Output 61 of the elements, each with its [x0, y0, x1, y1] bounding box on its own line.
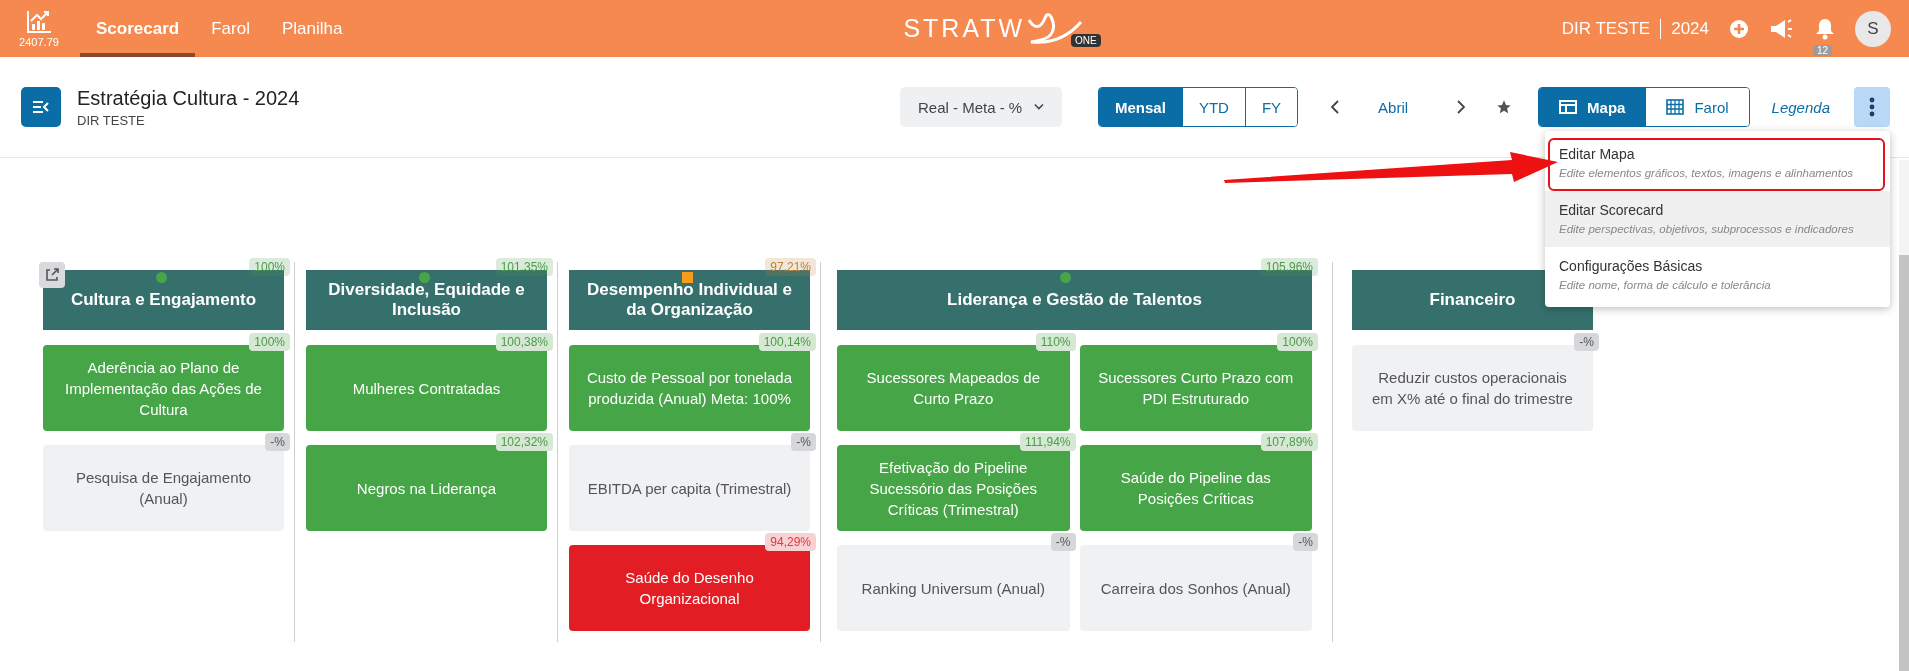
collapse-icon — [32, 100, 50, 114]
percent-badge: 102,32% — [495, 433, 553, 451]
view-dropdown[interactable]: Real - Meta - % — [900, 87, 1062, 127]
indicator-card[interactable]: EBITDA per capita (Trimestral) — [569, 445, 810, 531]
indicator-card[interactable]: Pesquisa de Engajamento (Anual) — [43, 445, 284, 531]
page-title: Estratégia Cultura - 2024 — [77, 86, 300, 110]
percent-badge: 100% — [249, 333, 290, 351]
perspective-title: Cultura e Engajamento — [69, 289, 258, 311]
legend-link[interactable]: Legenda — [1771, 98, 1830, 116]
perspective-title: Liderança e Gestão de Talentos — [946, 289, 1203, 311]
more-options-button[interactable] — [1854, 87, 1890, 127]
perspective-title: Diversidade, Equidade e Inclusão — [327, 279, 526, 321]
menu-item-hint: Edite elementos gráficos, textos, imagens e alinhamentos — [1559, 167, 1855, 179]
logo-wordmark: STRATW — [903, 14, 1026, 43]
menu-item-hint: Edite perspectivas, objetivos, subprocessos e indicadores — [1559, 223, 1855, 235]
percent-badge: -% — [1050, 533, 1076, 551]
sidebar-toggle-button[interactable] — [21, 87, 61, 127]
layout-icon — [1559, 100, 1578, 114]
menu-item-title: Configurações Básicas — [1559, 258, 1704, 274]
percent-badge: 94,29% — [765, 533, 816, 551]
table-icon — [1666, 99, 1685, 115]
percent-badge: -% — [265, 433, 290, 451]
indicator-card[interactable]: Reduzir custos operacionais em X% até o final do trimestre — [1352, 345, 1593, 431]
percent-badge: 100,14% — [758, 333, 816, 351]
menu-item[interactable]: Editar Mapa Edite elementos gráficos, textos, imagens e alinhamentos — [1545, 135, 1890, 191]
score-value: 2407.79 — [19, 35, 59, 48]
percent-badge: 100,38% — [495, 333, 553, 351]
period-toggle[interactable]: Mensal — [1099, 88, 1182, 126]
period-toggle[interactable]: FY — [1244, 88, 1298, 126]
indicator-card[interactable]: Carreira dos Sonhos (Anual) — [1079, 545, 1312, 631]
notification-count: 12 — [1813, 44, 1833, 56]
chevron-left-icon[interactable] — [1330, 100, 1341, 114]
percent-badge: -% — [1574, 333, 1599, 351]
page-subtitle: DIR TESTE — [77, 112, 146, 128]
menu-item-title: Editar Scorecard — [1559, 202, 1665, 218]
kebab-icon — [1869, 97, 1875, 117]
indicator-card[interactable]: Ranking Universum (Anual) — [837, 545, 1070, 631]
menu-item[interactable]: Editar Scorecard Edite perspectivas, objetivos, subprocessos e indicadores — [1545, 191, 1890, 247]
percent-badge: 110% — [1035, 333, 1076, 351]
percent-badge: -% — [1293, 533, 1318, 551]
indicator-card[interactable]: Aderência ao Plano de Implementação das Ações de Cultura — [43, 345, 284, 431]
user-avatar[interactable]: S — [1855, 10, 1891, 47]
indicator-card[interactable]: Sucessores Mapeados de Curto Prazo — [837, 345, 1070, 431]
indicator-card[interactable]: Sucessores Curto Prazo com PDI Estruturado — [1079, 345, 1312, 431]
menu-item-title: Editar Mapa — [1559, 146, 1636, 162]
perspective-title: Financeiro — [1428, 289, 1517, 311]
logo-badge: ONE — [1071, 34, 1101, 47]
chevron-right-icon[interactable] — [1456, 100, 1467, 114]
percent-badge: -% — [791, 433, 816, 451]
view-toggle[interactable]: Farol — [1645, 88, 1749, 126]
menu-item[interactable]: Configurações Básicas Edite nome, forma de cálculo e tolerância — [1545, 247, 1890, 303]
percent-badge: 107,89% — [1260, 433, 1318, 451]
view-toggle[interactable]: Mapa — [1539, 88, 1646, 126]
external-link-icon[interactable] — [39, 262, 65, 288]
percent-badge: 100% — [1277, 333, 1318, 351]
percent-badge: 111,94% — [1019, 433, 1076, 451]
star-icon[interactable] — [1496, 99, 1513, 115]
perspective-title: Desempenho Individual e da Organização — [586, 279, 793, 321]
menu-item-hint: Edite nome, forma de cálculo e tolerância — [1559, 279, 1772, 291]
chevron-down-icon — [1034, 103, 1044, 111]
month-label[interactable]: Abril — [1378, 98, 1409, 116]
